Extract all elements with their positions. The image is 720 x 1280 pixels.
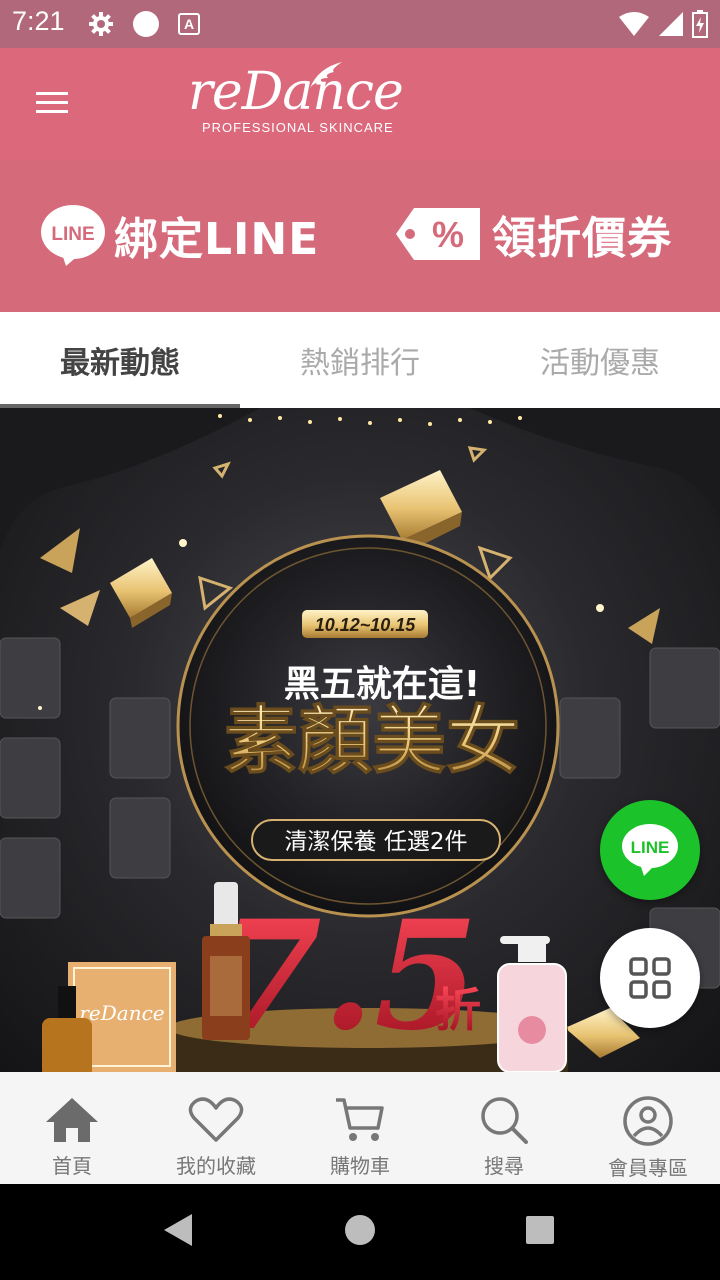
settings-icon: [89, 12, 113, 36]
back-button[interactable]: [162, 1212, 194, 1248]
home-system-button[interactable]: [344, 1212, 376, 1248]
nav-member[interactable]: 會員專區: [576, 1072, 720, 1184]
nav-search[interactable]: 搜尋: [432, 1072, 576, 1184]
app-header: reDance PROFESSIONAL SKINCARE: [0, 48, 720, 160]
heart-icon: [188, 1097, 244, 1142]
wifi-icon: [619, 12, 649, 36]
status-bar: 7:21 A: [0, 0, 720, 48]
promo-bar: LINE 綁定LINE % 領折價券: [0, 160, 720, 312]
signal-icon: [659, 12, 683, 36]
status-time: 7:21: [12, 6, 65, 36]
recents-button[interactable]: [524, 1212, 556, 1248]
brand-logo[interactable]: reDance PROFESSIONAL SKINCARE: [188, 60, 408, 152]
line-badge-text: LINE: [51, 224, 94, 245]
line-icon: LINE: [622, 824, 678, 876]
line-badge-icon: LINE: [41, 205, 105, 266]
wing-icon: [310, 62, 342, 88]
get-coupon-label: 領折價券: [492, 213, 672, 264]
status-icons-right: [618, 10, 708, 38]
nav-home[interactable]: 首頁: [0, 1072, 144, 1184]
bind-line-label: 綁定LINE: [114, 214, 320, 265]
grid-icon: [629, 957, 671, 999]
banner-title: 素顏美女: [224, 698, 520, 784]
nav-search-label: 搜尋: [484, 1154, 524, 1178]
nav-home-label: 首頁: [52, 1154, 92, 1178]
search-icon: [481, 1097, 528, 1144]
bind-line-button[interactable]: LINE 綁定LINE: [40, 202, 319, 268]
bottom-nav: 首頁 我的收藏 購物車 搜尋 會員專區: [0, 1072, 720, 1184]
tab-promotions[interactable]: 活動優惠: [480, 312, 720, 408]
menu-grid-button[interactable]: [600, 928, 700, 1028]
tab-latest-news[interactable]: 最新動態: [0, 312, 240, 408]
nav-cart-label: 購物車: [330, 1154, 390, 1178]
line-fab-text: LINE: [631, 838, 670, 857]
svg-text:A: A: [184, 16, 194, 32]
hamburger-line: [36, 101, 68, 104]
status-icons-left: A: [88, 10, 200, 38]
line-chat-button[interactable]: LINE: [600, 800, 700, 900]
tab-best-sellers[interactable]: 熱銷排行: [240, 312, 480, 408]
battery-icon: [692, 10, 708, 38]
coupon-tag-icon: %: [396, 208, 480, 260]
tab-bar: 最新動態 熱銷排行 活動優惠: [0, 312, 720, 408]
nav-favorites[interactable]: 我的收藏: [144, 1072, 288, 1184]
system-nav-bar: [0, 1184, 720, 1280]
hamburger-line: [36, 110, 68, 113]
lotion-pump-bottle: [497, 936, 567, 1072]
banner-discount: 7.5: [218, 888, 479, 1064]
user-icon: [623, 1096, 673, 1146]
a-icon: A: [178, 13, 200, 35]
hamburger-line: [36, 92, 68, 95]
nav-member-label: 會員專區: [608, 1156, 688, 1180]
menu-button[interactable]: [36, 86, 76, 122]
banner-date: 10.12~10.15: [315, 615, 417, 635]
circle-icon: [133, 11, 159, 37]
coupon-badge-text: %: [432, 214, 464, 255]
nav-cart[interactable]: 購物車: [288, 1072, 432, 1184]
cart-icon: [336, 1098, 384, 1141]
get-coupon-button[interactable]: % 領折價券: [394, 202, 672, 266]
banner-discount-unit: 折: [435, 983, 481, 1037]
product-brand-text: reDance: [79, 1001, 164, 1025]
logo-text: reDance: [188, 62, 404, 122]
nav-favorites-label: 我的收藏: [176, 1154, 256, 1178]
home-icon: [46, 1098, 98, 1142]
logo-subtitle: PROFESSIONAL SKINCARE: [202, 120, 394, 135]
banner-subtitle: 清潔保養 任選2件: [285, 829, 468, 855]
